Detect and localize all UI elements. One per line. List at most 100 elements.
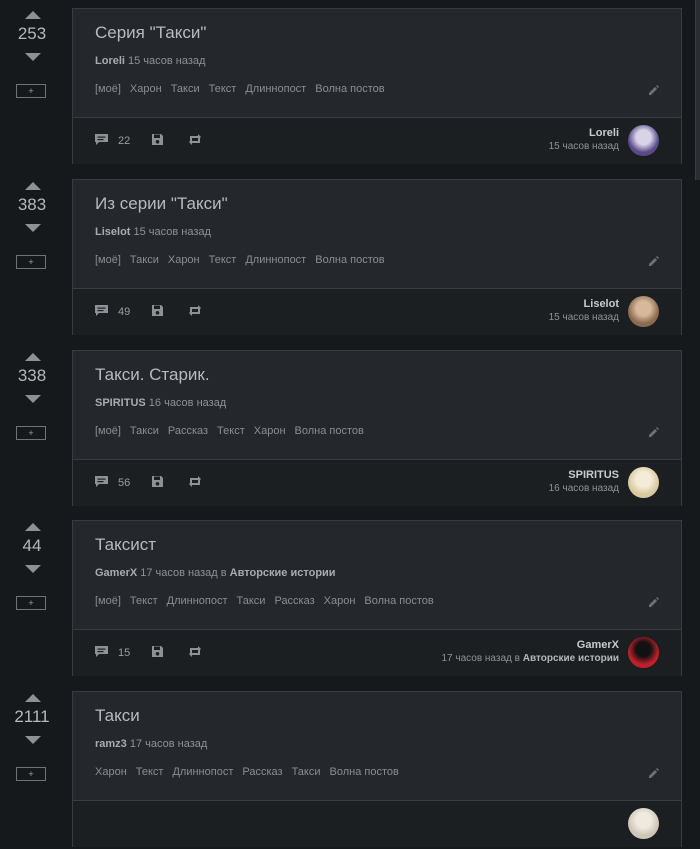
post-title[interactable]: Серия "Такси" [95, 23, 206, 43]
downvote-arrow-icon[interactable] [25, 565, 41, 573]
community-link[interactable]: Авторские истории [230, 567, 336, 579]
tag-link[interactable]: Харон [168, 254, 200, 266]
scrollbar[interactable] [695, 0, 700, 180]
tag-link[interactable]: [моё] [95, 425, 121, 437]
avatar[interactable] [628, 467, 659, 498]
plus-icon: + [28, 427, 34, 438]
tag-list: [моё] Такси Рассказ Текст Харон Волна постов [95, 425, 364, 437]
repost-icon[interactable] [187, 475, 203, 493]
author-name[interactable]: Liselot [549, 298, 619, 310]
post-card: Такси. Старик. SPIRITUS 16 часов назад [… [72, 350, 682, 506]
tag-link[interactable]: Длиннопост [245, 83, 306, 95]
pencil-icon[interactable] [648, 83, 660, 95]
author-link[interactable]: SPIRITUS [95, 397, 146, 409]
upvote-arrow-icon[interactable] [25, 523, 41, 531]
tag-link[interactable]: Такси [292, 766, 321, 778]
upvote-arrow-icon[interactable] [25, 11, 41, 19]
upvote-arrow-icon[interactable] [25, 694, 41, 702]
expand-button[interactable]: + [16, 426, 46, 440]
upvote-arrow-icon[interactable] [25, 182, 41, 190]
pencil-icon[interactable] [648, 254, 660, 266]
tag-link[interactable]: Текст [136, 766, 164, 778]
tag-link[interactable]: [моё] [95, 83, 121, 95]
author-name[interactable]: Loreli [549, 127, 619, 139]
comments-count[interactable]: 49 [118, 306, 130, 318]
tag-link[interactable]: Текст [130, 595, 158, 607]
save-floppy-icon[interactable] [151, 475, 164, 493]
tag-list: [моё] Текст Длиннопост Такси Рассказ Харон Вол… [95, 595, 434, 607]
avatar[interactable] [628, 808, 659, 839]
comments-count[interactable]: 22 [118, 135, 130, 147]
tag-link[interactable]: Такси [130, 254, 159, 266]
post-title[interactable]: Такси [95, 706, 140, 726]
save-floppy-icon[interactable] [151, 133, 164, 151]
author-name[interactable]: SPIRITUS [549, 469, 619, 481]
comment-icon[interactable] [94, 304, 109, 322]
tag-link[interactable]: Волна постов [364, 595, 433, 607]
expand-button[interactable]: + [16, 767, 46, 781]
author-block: Liselot 15 часов назад [549, 298, 619, 323]
expand-button[interactable]: + [16, 84, 46, 98]
post-title[interactable]: Такси. Старик. [95, 365, 210, 385]
tag-link[interactable]: Такси [237, 595, 266, 607]
downvote-arrow-icon[interactable] [25, 53, 41, 61]
repost-icon[interactable] [187, 133, 203, 151]
tag-link[interactable]: Харон [324, 595, 356, 607]
save-floppy-icon[interactable] [151, 645, 164, 663]
community-link[interactable]: Авторские истории [523, 653, 619, 664]
author-block: Loreli 15 часов назад [549, 127, 619, 152]
tag-link[interactable]: Харон [130, 83, 162, 95]
tag-link[interactable]: Рассказ [274, 595, 314, 607]
tag-link[interactable]: Текст [209, 83, 237, 95]
post-footer: 56 SPIRITUS 16 часов назад [73, 459, 681, 506]
comments-count[interactable]: 56 [118, 477, 130, 489]
avatar[interactable] [628, 296, 659, 327]
tag-link[interactable]: Длиннопост [245, 254, 306, 266]
post-footer: 22 Loreli 15 часов назад [73, 117, 681, 164]
expand-button[interactable]: + [16, 255, 46, 269]
upvote-arrow-icon[interactable] [25, 353, 41, 361]
pencil-icon[interactable] [648, 766, 660, 778]
post-meta: ramz3 17 часов назад [95, 738, 207, 750]
tag-link[interactable]: Харон [95, 766, 127, 778]
tag-link[interactable]: Волна постов [315, 254, 384, 266]
post-title[interactable]: Из серии "Такси" [95, 194, 228, 214]
tag-link[interactable]: Волна постов [295, 425, 364, 437]
author-link[interactable]: GamerX [95, 567, 137, 579]
pencil-icon[interactable] [648, 595, 660, 607]
downvote-arrow-icon[interactable] [25, 224, 41, 232]
author-link[interactable]: Liselot [95, 226, 130, 238]
author-name[interactable]: GamerX [441, 639, 619, 651]
tag-link[interactable]: Текст [217, 425, 245, 437]
comments-count[interactable]: 15 [118, 647, 130, 659]
comment-icon[interactable] [94, 133, 109, 151]
avatar[interactable] [628, 125, 659, 156]
tag-link[interactable]: [моё] [95, 595, 121, 607]
tag-link[interactable]: Такси [130, 425, 159, 437]
plus-icon: + [28, 256, 34, 267]
tag-link[interactable]: Текст [209, 254, 237, 266]
expand-button[interactable]: + [16, 596, 46, 610]
downvote-arrow-icon[interactable] [25, 736, 41, 744]
tag-link[interactable]: Такси [171, 83, 200, 95]
post-title[interactable]: Таксист [95, 535, 156, 555]
tag-link[interactable]: Длиннопост [167, 595, 228, 607]
comment-icon[interactable] [94, 475, 109, 493]
repost-icon[interactable] [187, 645, 203, 663]
tag-link[interactable]: Рассказ [168, 425, 208, 437]
tag-link[interactable]: Длиннопост [172, 766, 233, 778]
author-link[interactable]: ramz3 [95, 738, 127, 750]
author-link[interactable]: Loreli [95, 55, 125, 67]
save-floppy-icon[interactable] [151, 304, 164, 322]
pencil-icon[interactable] [648, 425, 660, 437]
comment-icon[interactable] [94, 645, 109, 663]
tag-link[interactable]: Рассказ [242, 766, 282, 778]
tag-link[interactable]: Волна постов [330, 766, 399, 778]
post-time-text: 15 часов назад [128, 55, 206, 67]
tag-link[interactable]: Волна постов [315, 83, 384, 95]
avatar[interactable] [628, 637, 659, 668]
tag-link[interactable]: Харон [254, 425, 286, 437]
tag-link[interactable]: [моё] [95, 254, 121, 266]
repost-icon[interactable] [187, 304, 203, 322]
downvote-arrow-icon[interactable] [25, 395, 41, 403]
